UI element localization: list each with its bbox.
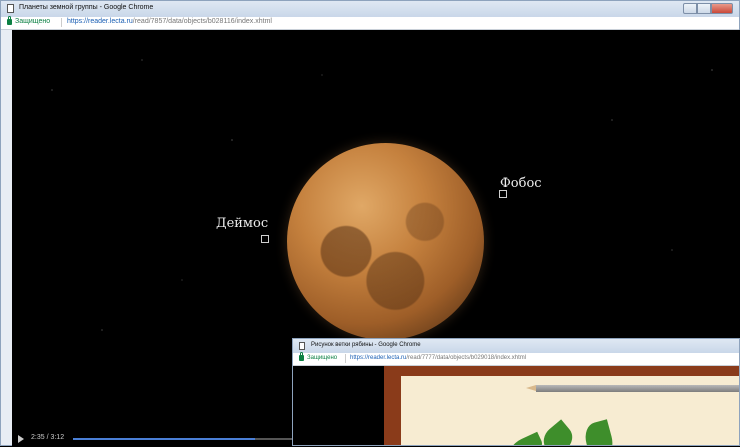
- lock-icon: [299, 352, 304, 361]
- document-icon: [299, 342, 305, 350]
- leaf-shape: [538, 419, 578, 445]
- moon-label-deimos: Деймос: [216, 216, 269, 231]
- play-icon[interactable]: [18, 435, 24, 443]
- minimize-icon[interactable]: [683, 3, 697, 14]
- secure-label: Защищено: [307, 355, 338, 361]
- url-path: /read/7777/data/objects/b029018/index.xh…: [406, 355, 527, 361]
- secure-label: Защищено: [15, 18, 51, 25]
- document-icon: [7, 4, 14, 13]
- title-bar[interactable]: Планеты земной группы - Google Chrome: [1, 1, 739, 17]
- window-title: Планеты земной группы - Google Chrome: [19, 4, 154, 11]
- video-controls: 2:35 / 3:12: [12, 431, 302, 447]
- pencil-tip: [526, 385, 536, 391]
- window-controls: [683, 3, 733, 14]
- url-host: https://reader.lecta.ru: [350, 355, 407, 361]
- video-progress-fill: [73, 438, 256, 440]
- url-text[interactable]: https://reader.lecta.ru/read/7857/data/o…: [67, 18, 272, 25]
- address-bar[interactable]: Защищено https://reader.lecta.ru/read/77…: [293, 352, 739, 366]
- address-separator: [61, 18, 62, 27]
- url-host: https://reader.lecta.ru: [67, 18, 133, 25]
- video-time: 2:35 / 3:12: [31, 434, 65, 441]
- title-bar[interactable]: Рисунок ветки рябины - Google Chrome: [293, 339, 739, 353]
- url-path: /read/7857/data/objects/b028116/index.xh…: [132, 18, 272, 25]
- moon-label-phobos: Фобос: [500, 176, 542, 191]
- leaf-shape: [506, 431, 546, 445]
- video-progress-bar[interactable]: [73, 438, 298, 440]
- window-title: Рисунок ветки рябины - Google Chrome: [311, 342, 421, 348]
- address-separator: [345, 354, 346, 363]
- lock-icon: [7, 16, 12, 25]
- leaf-shape: [581, 419, 617, 445]
- browser-window-second: Рисунок ветки рябины - Google Chrome Защ…: [292, 338, 740, 446]
- moon-marker-deimos: [261, 235, 269, 243]
- close-icon[interactable]: [711, 3, 733, 14]
- url-text[interactable]: https://reader.lecta.ru/read/7777/data/o…: [350, 355, 526, 361]
- moon-marker-phobos: [499, 190, 507, 198]
- drawing-viewport[interactable]: [293, 366, 739, 445]
- mars-planet: [287, 143, 484, 340]
- maximize-icon[interactable]: [697, 3, 711, 14]
- drawing-paper: [401, 376, 739, 445]
- pencil-icon: [526, 385, 739, 392]
- wooden-frame: [384, 366, 739, 445]
- address-bar[interactable]: Защищено https://reader.lecta.ru/read/78…: [1, 16, 739, 30]
